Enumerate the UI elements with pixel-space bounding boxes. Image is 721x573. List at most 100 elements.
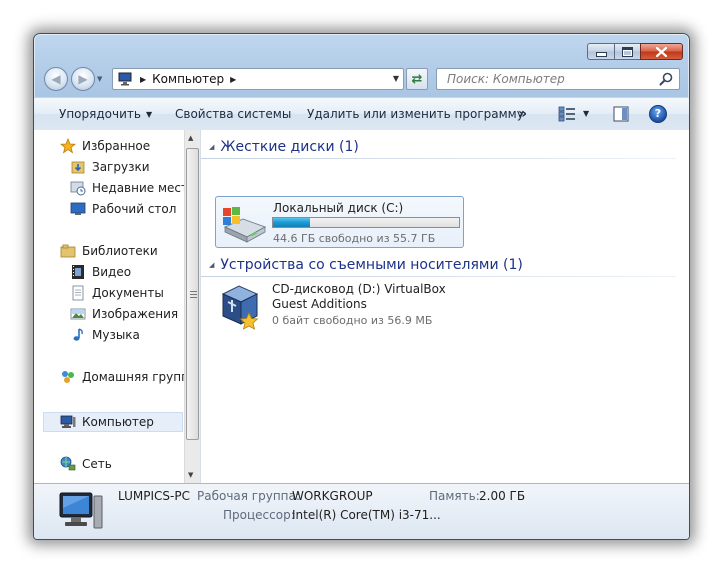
grip-icon <box>190 291 197 298</box>
nav-item-recent[interactable]: Недавние места <box>70 178 195 198</box>
workgroup-value: WORKGROUP <box>292 489 373 503</box>
computer-icon <box>118 72 132 86</box>
music-note-icon <box>73 328 83 341</box>
nav-label: Изображения <box>92 307 179 321</box>
explorer-window: ◀ ▶ ▼ ▶ Компьютер ▶ ▼ ⇄ Упорядочить ▼ Сво… <box>33 33 690 540</box>
navigation-pane: Избранное Загрузки Недавние места Рабочи… <box>34 130 201 483</box>
group-header-hard-disks[interactable]: ◢ Жесткие диски (1) <box>209 136 359 158</box>
drive-c-usage-bar <box>272 217 460 228</box>
address-bar[interactable]: ▶ Компьютер ▶ ▼ <box>112 68 404 90</box>
breadcrumb-computer[interactable]: Компьютер <box>152 72 224 86</box>
drive-c-tile[interactable]: Локальный диск (C:) 44.6 ГБ свободно из … <box>215 196 464 248</box>
maximize-icon <box>622 46 633 57</box>
workgroup-label: Рабочая группа: <box>197 489 300 503</box>
nav-label: Музыка <box>92 328 140 342</box>
pictures-icon <box>70 308 86 320</box>
drive-c-name: Локальный диск (C:) <box>273 201 404 215</box>
drive-d-name: CD-дисковод (D:) VirtualBox Guest Additi… <box>272 282 446 311</box>
documents-icon <box>72 285 84 301</box>
system-properties-button[interactable]: Свойства системы <box>175 98 291 130</box>
drive-c-usage-fill <box>273 218 311 227</box>
organize-label: Упорядочить <box>59 107 141 121</box>
minimize-icon <box>595 52 607 57</box>
minimize-button[interactable] <box>587 43 614 60</box>
uninstall-program-button[interactable]: Удалить или изменить программу <box>307 98 524 130</box>
back-button[interactable]: ◀ <box>44 67 68 91</box>
homegroup-icon <box>62 371 74 383</box>
close-button[interactable] <box>640 43 683 60</box>
nav-item-computer[interactable]: Компьютер <box>60 412 154 432</box>
chevron-down-icon: ▼ <box>97 75 103 83</box>
computer-name: LUMPICS-PC <box>118 489 190 503</box>
refresh-icon: ⇄ <box>411 71 423 87</box>
nav-item-documents[interactable]: Документы <box>70 283 164 303</box>
nav-label: Сеть <box>82 457 112 471</box>
nav-label: Недавние места <box>92 181 196 195</box>
star-icon <box>60 138 76 154</box>
nav-item-network[interactable]: Сеть <box>60 454 112 474</box>
details-pane: LUMPICS-PC Рабочая группа: WORKGROUP Пам… <box>34 483 689 539</box>
network-icon <box>60 456 76 471</box>
forward-arrow-icon: ▶ <box>78 72 88 86</box>
nav-item-favorites[interactable]: Избранное <box>60 136 150 156</box>
nav-item-libraries[interactable]: Библиотеки <box>60 241 158 261</box>
group-divider <box>201 276 676 277</box>
nav-label: Избранное <box>82 139 151 153</box>
nav-label: Загрузки <box>92 160 150 174</box>
address-dropdown-icon[interactable]: ▼ <box>393 74 399 83</box>
processor-value: Intel(R) Core(TM) i3-71... <box>292 508 441 522</box>
forward-button[interactable]: ▶ <box>71 67 95 91</box>
computer-large-icon <box>59 492 103 529</box>
help-icon[interactable]: ? <box>649 105 667 123</box>
drive-d-free-space: 0 байт свободно из 56.9 МБ <box>272 314 433 327</box>
virtualbox-cd-icon <box>221 285 259 330</box>
recent-pages-button[interactable]: ▼ <box>97 75 106 84</box>
scroll-down-icon[interactable]: ▼ <box>188 471 193 479</box>
refresh-button[interactable]: ⇄ <box>406 68 428 90</box>
chevron-down-icon: ▼ <box>145 109 153 119</box>
drive-d-tile[interactable]: CD-дисковод (D:) VirtualBox Guest Additi… <box>215 280 475 336</box>
close-icon <box>656 46 667 57</box>
libraries-icon <box>60 244 76 258</box>
group-title: Жесткие диски (1) <box>220 139 359 155</box>
change-view-icon[interactable] <box>558 106 576 122</box>
breadcrumb-separator-icon[interactable]: ▶ <box>140 75 146 84</box>
caption-buttons <box>587 43 683 60</box>
scroll-up-icon[interactable]: ▲ <box>188 134 193 142</box>
nav-item-music[interactable]: Музыка <box>70 325 140 345</box>
nav-item-downloads[interactable]: Загрузки <box>70 157 150 177</box>
organize-button[interactable]: Упорядочить ▼ <box>59 98 152 130</box>
group-divider <box>201 158 676 159</box>
view-options-chevron-icon[interactable]: ▼ <box>583 98 589 130</box>
scrollbar-thumb[interactable] <box>186 148 199 440</box>
more-commands-button[interactable]: » <box>518 98 527 130</box>
group-header-removable[interactable]: ◢ Устройства со съемными носителями (1) <box>209 254 523 276</box>
search-icon <box>659 72 673 86</box>
collapse-icon: ◢ <box>209 261 215 269</box>
memory-label: Память: <box>429 489 480 503</box>
downloads-folder-icon <box>71 161 85 174</box>
nav-label: Документы <box>92 286 164 300</box>
computer-icon <box>60 415 76 428</box>
nav-label: Видео <box>92 265 132 279</box>
back-arrow-icon: ◀ <box>51 72 61 86</box>
maximize-button[interactable] <box>614 43 640 60</box>
nav-item-homegroup[interactable]: Домашняя группа <box>60 367 196 387</box>
command-bar: Упорядочить ▼ Свойства системы Удалить ил… <box>34 97 689 131</box>
memory-value: 2.00 ГБ <box>479 489 526 503</box>
processor-label: Процессор: <box>223 508 295 522</box>
nav-item-pictures[interactable]: Изображения <box>70 304 178 324</box>
breadcrumb-separator-icon[interactable]: ▶ <box>230 75 236 84</box>
nav-item-video[interactable]: Видео <box>70 262 131 282</box>
preview-pane-icon[interactable] <box>613 106 629 122</box>
drive-c-free-space: 44.6 ГБ свободно из 55.7 ГБ <box>273 232 436 245</box>
nav-item-desktop[interactable]: Рабочий стол <box>70 199 176 219</box>
navigation-scrollbar[interactable]: ▲ ▼ <box>184 130 200 483</box>
desktop-icon <box>70 202 86 215</box>
content-pane: ◢ Жесткие диски (1) Локальный диск (C:) … <box>201 130 689 483</box>
hard-drive-icon <box>223 207 267 243</box>
video-icon <box>72 265 84 279</box>
search-box[interactable] <box>436 68 680 90</box>
nav-label: Рабочий стол <box>92 202 177 216</box>
search-input[interactable] <box>445 71 649 87</box>
